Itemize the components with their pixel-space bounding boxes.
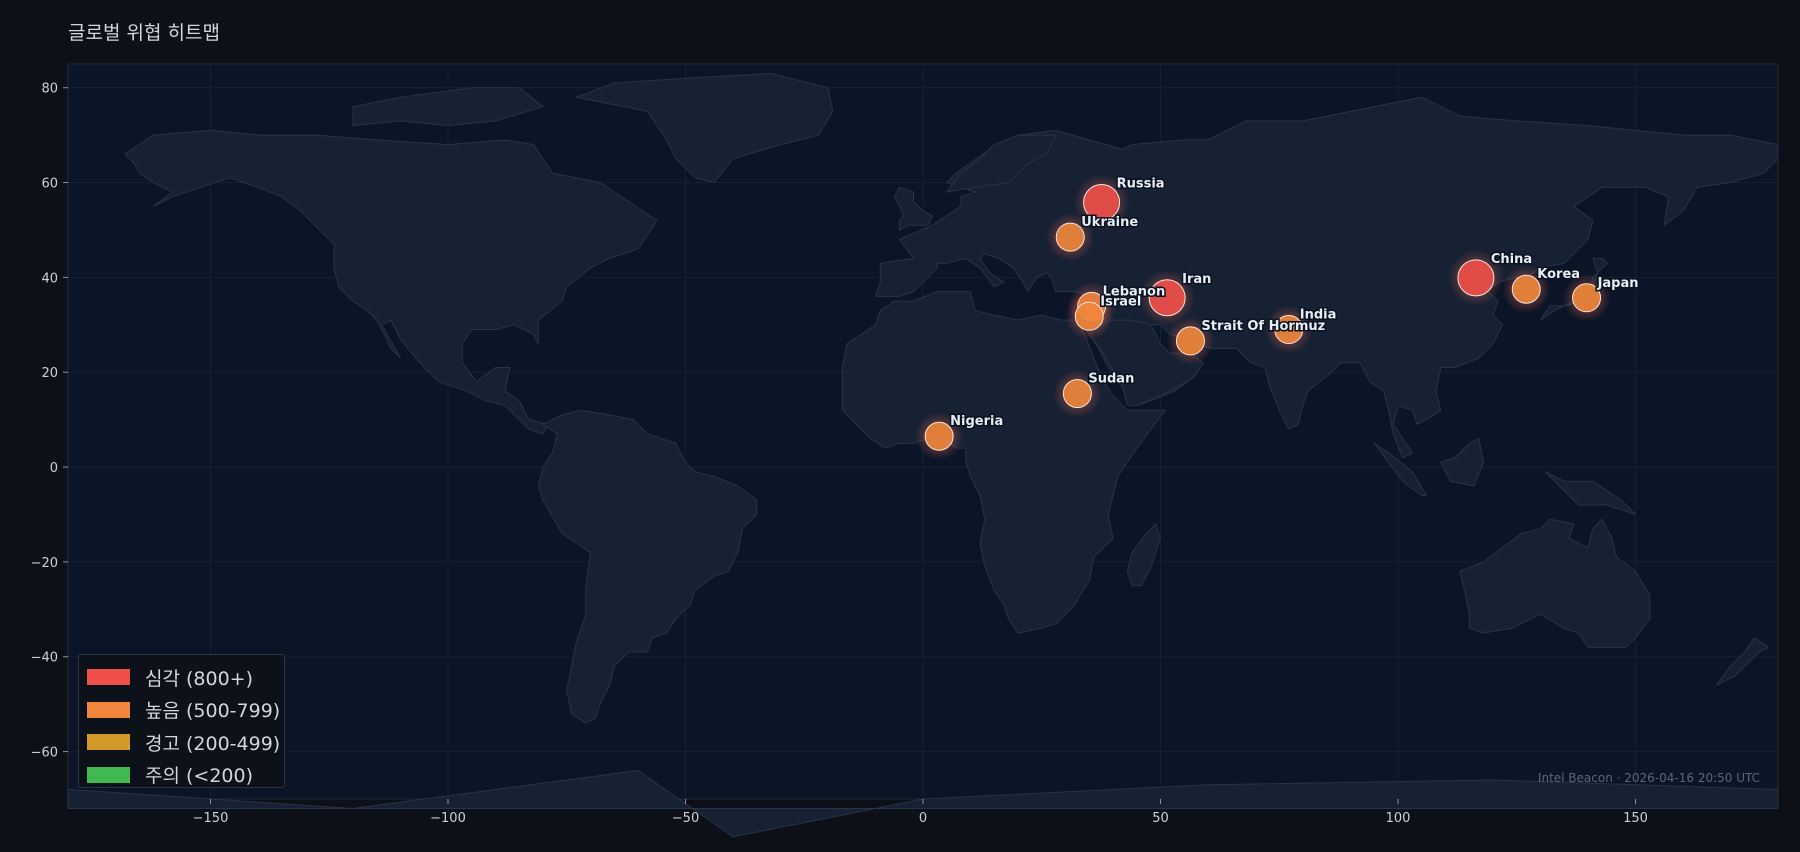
legend-label-high: 높음 (500-799)	[145, 700, 281, 723]
marker-label-japan: Japan	[1597, 276, 1639, 291]
legend-label-critical: 심각 (800+)	[145, 667, 254, 690]
x-tick-label: −50	[672, 811, 699, 826]
legend-swatch-warning	[87, 734, 130, 751]
x-tick-label: 100	[1386, 811, 1411, 826]
y-tick-label: 20	[41, 366, 58, 381]
marker-label-strait-of-hormuz: Strait Of Hormuz	[1201, 319, 1325, 334]
legend-item-high: 높음 (500-799)	[79, 694, 284, 727]
marker-label-ukraine: Ukraine	[1081, 215, 1138, 230]
marker-dot	[924, 421, 954, 451]
legend-label-warning: 경고 (200-499)	[145, 732, 281, 755]
marker-label-china: China	[1491, 252, 1532, 267]
x-tick-label: 150	[1623, 811, 1648, 826]
marker-dot	[1055, 222, 1085, 252]
y-tick-label: −40	[31, 651, 58, 666]
marker-label-sudan: Sudan	[1088, 372, 1134, 387]
legend: 심각 (800+) 높음 (500-799) 경고 (200-499) 주의 (…	[78, 654, 285, 788]
x-tick-label: 50	[1152, 811, 1169, 826]
x-tick-label: −150	[193, 811, 229, 826]
y-tick-label: 0	[50, 461, 58, 476]
y-tick-label: −60	[31, 746, 58, 761]
x-tick-label: 0	[919, 811, 927, 826]
y-tick-label: 80	[41, 82, 58, 97]
y-tick-label: 40	[41, 271, 58, 286]
legend-item-warning: 경고 (200-499)	[79, 726, 284, 759]
marker-dot	[1572, 283, 1602, 313]
marker-dot	[1457, 259, 1495, 297]
marker-label-nigeria: Nigeria	[950, 414, 1003, 429]
footer-timestamp: Intel Beacon · 2026-04-16 20:50 UTC	[1537, 771, 1760, 785]
x-tick-label: −100	[430, 811, 466, 826]
legend-swatch-high	[87, 701, 130, 718]
marker-label-iran: Iran	[1182, 272, 1211, 287]
marker-dot	[1062, 379, 1092, 409]
marker-dot	[1074, 301, 1104, 331]
legend-swatch-caution	[87, 766, 130, 783]
y-tick-label: 60	[41, 177, 58, 192]
marker-label-israel: Israel	[1100, 294, 1141, 309]
legend-item-caution: 주의 (<200)	[79, 759, 284, 792]
page: 글로벌 위협 히트맵 Russia Ukraine Iran Lebanon Israe…	[0, 0, 1800, 852]
legend-swatch-critical	[87, 669, 130, 686]
marker-dot	[1511, 274, 1541, 304]
marker-dot	[1175, 326, 1205, 356]
marker-label-russia: Russia	[1117, 176, 1165, 191]
legend-item-critical: 심각 (800+)	[79, 661, 284, 694]
y-tick-label: −20	[31, 556, 58, 571]
legend-label-caution: 주의 (<200)	[145, 765, 254, 788]
